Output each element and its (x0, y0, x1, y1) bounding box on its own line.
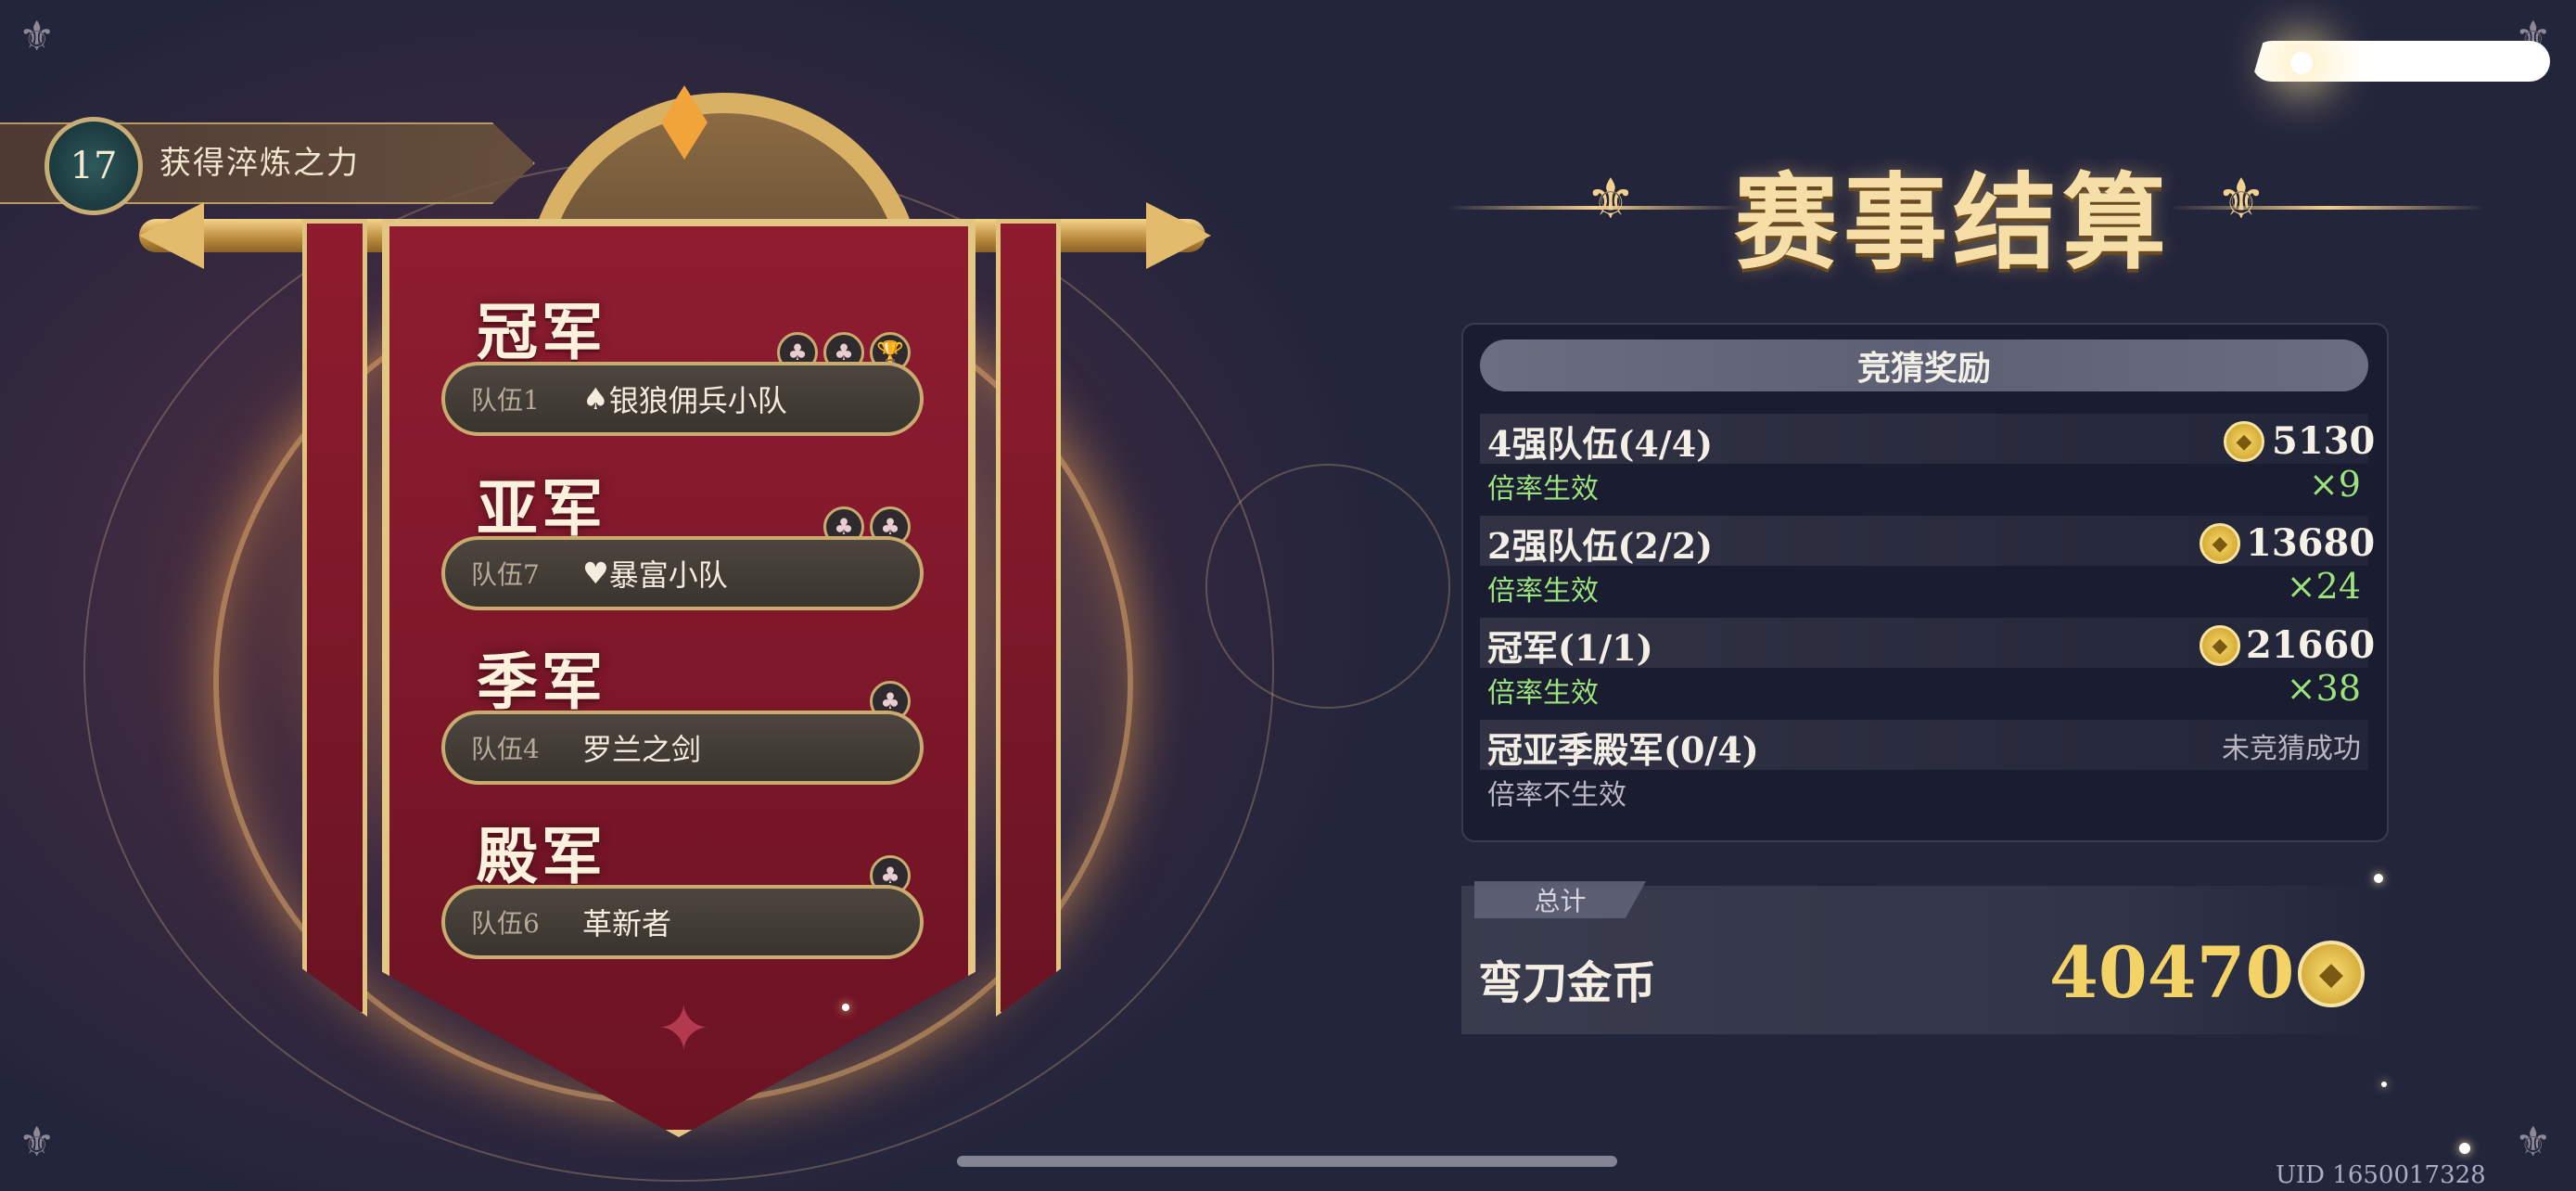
total-currency: 弯刀金币 (1478, 957, 1657, 1009)
side-flag-left (302, 219, 367, 1017)
suit-spade-icon: ♠ (582, 381, 609, 416)
team-number: 队伍1 (471, 385, 540, 416)
coin-icon: ◆ (2224, 421, 2264, 462)
sparkle (2381, 1082, 2387, 1087)
right-ring (1205, 464, 1450, 709)
rank-title-third: 季军 (477, 646, 606, 718)
reward-value: 13680 (2246, 521, 2376, 565)
total-tag: 总计 (1474, 881, 1646, 918)
reward-label: 冠军(1/1) (1487, 627, 1653, 669)
reward-label: 4强队伍(4/4) (1487, 423, 1714, 465)
side-flag-right (996, 219, 1061, 1017)
reward-status: 倍率不生效 (1487, 779, 1626, 812)
team-name: 暴富小队 (608, 557, 728, 593)
rank-title-runner-up: 亚军 (477, 472, 606, 544)
corner-bottom-right-icon: ⚜ (2515, 1119, 2552, 1166)
reward-status: 倍率生效 (1487, 575, 1599, 608)
rod-tip-left-icon (139, 202, 204, 269)
uid-label: UID 1650017328 (2276, 1161, 2486, 1189)
reward-label: 2强队伍(2/2) (1487, 525, 1714, 567)
home-indicator[interactable] (957, 1156, 1617, 1167)
reward-label: 冠亚季殿军(0/4) (1487, 729, 1759, 771)
title-ornament-right-icon: ⚜ (2216, 167, 2266, 232)
reward-value: 未竞猜成功 (2222, 733, 2361, 765)
total-amount: 40470 (2049, 931, 2295, 1014)
reward-status: 倍率生效 (1487, 677, 1599, 710)
level-title: 获得淬炼之力 (159, 145, 360, 182)
level-number: 17 (45, 117, 143, 215)
sparkle (2374, 874, 2383, 883)
page-title: 赛事结算 (1734, 162, 2172, 284)
team-pill-third[interactable]: 队伍4 罗兰之剑 (441, 711, 924, 785)
banner-star-icon: ✦ (657, 991, 711, 1067)
reward-value: 21660 (2246, 623, 2376, 667)
team-name: 银狼佣兵小队 (608, 383, 787, 418)
team-name: 罗兰之剑 (582, 732, 702, 767)
team-pill-runner-up[interactable]: 队伍7 ♥ 暴富小队 (441, 536, 924, 610)
reward-multiplier: ×24 (2286, 566, 2361, 607)
rank-title-fourth: 殿军 (477, 820, 606, 892)
coin-icon: ◆ (2200, 625, 2240, 666)
corner-bottom-left-icon: ⚜ (19, 1119, 56, 1166)
suit-heart-icon: ♥ (582, 556, 609, 591)
reward-value: 5130 (2272, 419, 2376, 463)
total-coin-icon: ◆ (2298, 941, 2365, 1007)
reward-multiplier: ×38 (2286, 668, 2361, 709)
rod-tip-right-icon (1146, 202, 1211, 269)
team-pill-champion[interactable]: 队伍1 ♠ 银狼佣兵小队 (441, 362, 924, 436)
rewards-header: 竞猜奖励 (1480, 339, 2368, 391)
team-number: 队伍7 (471, 559, 540, 590)
rank-title-champion: 冠军 (477, 296, 606, 368)
team-number: 队伍6 (471, 908, 540, 939)
sparkle (2459, 1143, 2470, 1154)
sparkle (842, 1004, 849, 1011)
team-name: 革新者 (582, 906, 672, 941)
sparkle (2290, 52, 2313, 74)
reward-status: 倍率生效 (1487, 473, 1599, 506)
team-number: 队伍4 (471, 734, 540, 764)
title-ornament-left-icon: ⚜ (1586, 167, 1636, 232)
corner-top-left-icon: ⚜ (19, 13, 56, 60)
coin-icon: ◆ (2200, 523, 2240, 564)
team-pill-fourth[interactable]: 队伍6 革新者 (441, 885, 924, 959)
reward-multiplier: ×9 (2308, 464, 2361, 505)
